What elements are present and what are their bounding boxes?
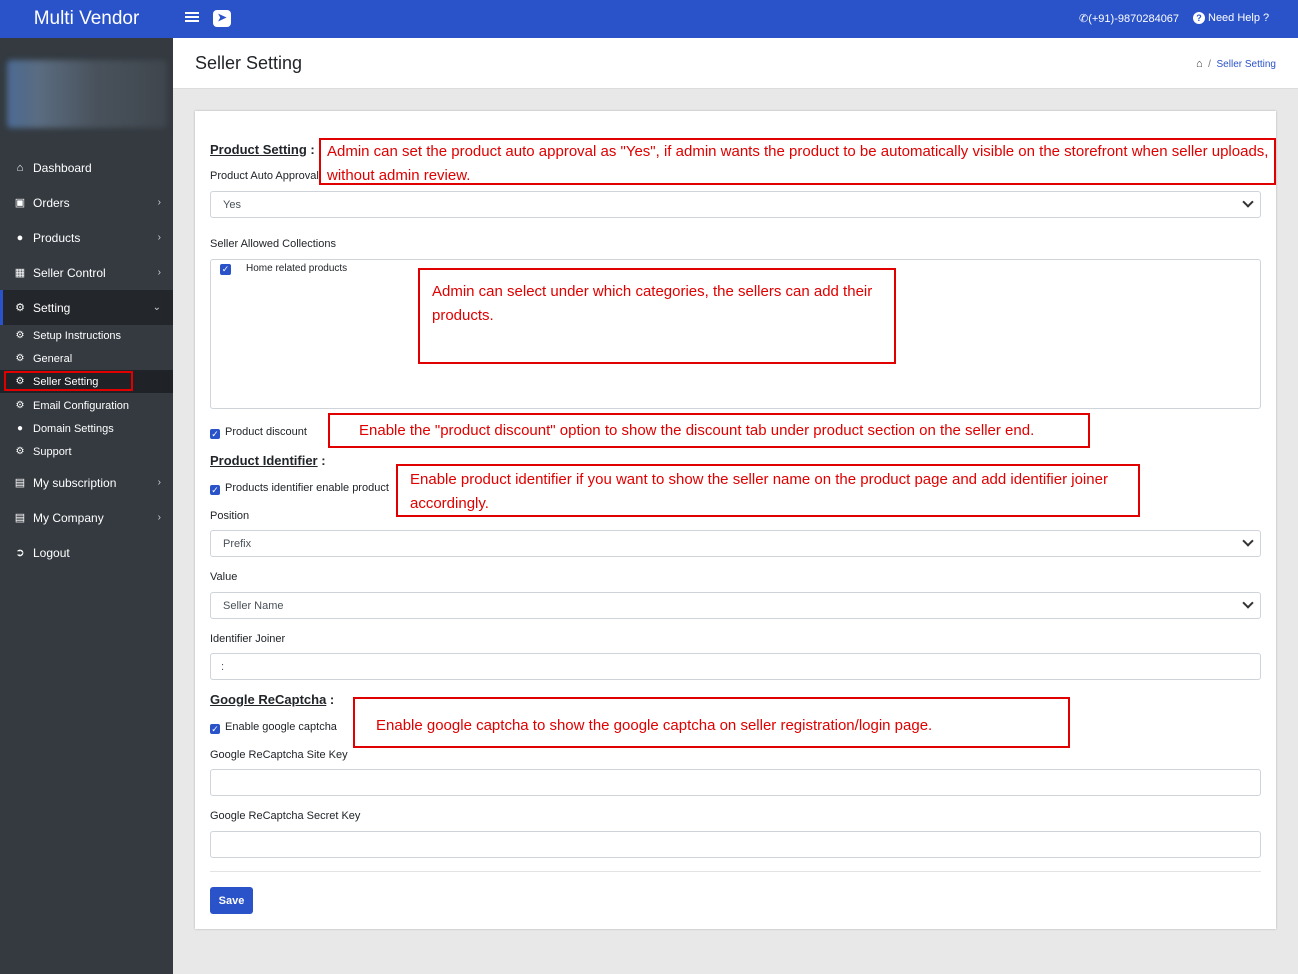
sidebar-item-label: Setting xyxy=(33,300,71,315)
sidebar-item-my-subscription[interactable]: ▤ My subscription › xyxy=(0,465,173,500)
chevron-down-icon: ⌄ xyxy=(152,302,161,313)
chevron-right-icon: › xyxy=(157,232,161,243)
product-discount-label: Product discount xyxy=(225,426,307,438)
brand-logo[interactable]: Multi Vendor xyxy=(0,0,173,38)
home-icon[interactable]: ⌂ xyxy=(1196,58,1203,70)
home-icon: ⌂ xyxy=(16,161,24,174)
product-setting-heading: Product Setting : xyxy=(210,142,315,157)
sidebar-subitem-label: Support xyxy=(33,445,72,458)
sidebar-item-seller-control[interactable]: ▦ Seller Control › xyxy=(0,255,173,290)
sidebar-item-label: Logout xyxy=(33,545,70,560)
secret-key-input[interactable] xyxy=(210,831,1261,858)
position-select[interactable]: Prefix xyxy=(210,530,1261,557)
site-key-input[interactable] xyxy=(210,769,1261,796)
sidebar-subitem-email-configuration[interactable]: ⚙ Email Configuration xyxy=(0,394,173,417)
chevron-right-icon: › xyxy=(157,512,161,523)
chevron-down-icon xyxy=(1242,535,1254,547)
joiner-input[interactable]: : xyxy=(210,653,1261,680)
sidebar-item-setting[interactable]: ⚙ Setting ⌄ xyxy=(0,290,173,325)
collection-item-label: Home related products xyxy=(246,263,348,274)
gear-icon: ⚙ xyxy=(15,353,25,364)
collections-label: Seller Allowed Collections xyxy=(210,238,336,250)
highlight-box xyxy=(4,371,133,391)
menu-icon[interactable] xyxy=(185,10,199,28)
annotation-auto-approval: Admin can set the product auto approval … xyxy=(319,138,1276,185)
site-key-label: Google ReCaptcha Site Key xyxy=(210,749,348,761)
sidebar-item-logout[interactable]: ➲ Logout xyxy=(0,535,173,570)
phone-contact[interactable]: ✆(+91)-9870284067 xyxy=(1079,12,1179,25)
chevron-down-icon xyxy=(1242,196,1254,208)
sidebar-subitem-label: Email Configuration xyxy=(33,399,129,412)
sidebar-item-products[interactable]: ● Products › xyxy=(0,220,173,255)
gear-icon: ⚙ xyxy=(15,400,25,411)
sidebar-subitem-setup-instructions[interactable]: ⚙ Setup Instructions xyxy=(0,324,173,347)
globe-icon: ● xyxy=(16,423,24,434)
topbar: ➤ ✆(+91)-9870284067 ? Need Help ? xyxy=(173,0,1298,38)
chevron-right-icon: › xyxy=(157,267,161,278)
help-icon: ? xyxy=(1193,12,1205,24)
building-icon: ▦ xyxy=(14,267,26,279)
sidebar-item-label: My subscription xyxy=(33,475,117,490)
save-button[interactable]: Save xyxy=(210,887,253,914)
breadcrumb-current[interactable]: Seller Setting xyxy=(1217,59,1276,70)
sidebar: Multi Vendor ⌂ Dashboard ▣ Orders › ● Pr… xyxy=(0,0,173,974)
joiner-label: Identifier Joiner xyxy=(210,633,286,645)
cogs-icon: ⚙ xyxy=(15,302,25,314)
gear-icon: ⚙ xyxy=(15,446,25,457)
sidebar-subitem-label: General xyxy=(33,352,73,365)
chevron-down-icon xyxy=(1242,597,1254,609)
sidebar-item-label: My Company xyxy=(33,510,104,525)
sidebar-subitem-domain-settings[interactable]: ● Domain Settings xyxy=(0,417,173,440)
sidebar-item-orders[interactable]: ▣ Orders › xyxy=(0,185,173,220)
sidebar-subitem-general[interactable]: ⚙ General xyxy=(0,347,173,370)
identifier-enable-label: Products identifier enable product xyxy=(225,482,389,494)
annotation-collections: Admin can select under which categories,… xyxy=(418,268,896,364)
cart-icon: ▣ xyxy=(14,197,26,209)
chevron-right-icon: › xyxy=(157,197,161,208)
need-help-link[interactable]: ? Need Help ? xyxy=(1193,12,1269,24)
chat-icon[interactable]: ➤ xyxy=(213,10,231,27)
annotation-identifier: Enable product identifier if you want to… xyxy=(396,464,1140,517)
product-identifier-heading: Product Identifier : xyxy=(210,453,326,468)
value-label: Value xyxy=(210,571,238,583)
chevron-right-icon: › xyxy=(157,477,161,488)
sidebar-item-label: Seller Control xyxy=(33,265,106,280)
auto-approval-label: Product Auto Approval xyxy=(210,170,319,182)
auto-approval-select[interactable]: Yes xyxy=(210,191,1261,218)
sidebar-item-dashboard[interactable]: ⌂ Dashboard xyxy=(0,150,173,185)
recaptcha-heading: Google ReCaptcha : xyxy=(210,692,335,707)
annotation-captcha: Enable google captcha to show the google… xyxy=(353,697,1070,748)
sidebar-item-label: Dashboard xyxy=(33,160,92,175)
logout-icon: ➲ xyxy=(15,547,25,559)
secret-key-label: Google ReCaptcha Secret Key xyxy=(210,810,361,822)
card-icon: ▤ xyxy=(14,477,26,489)
page-header: Seller Setting ⌂ / Seller Setting xyxy=(173,38,1298,89)
page-title: Seller Setting xyxy=(195,53,303,73)
avatar xyxy=(7,60,167,128)
sidebar-item-my-company[interactable]: ▤ My Company › xyxy=(0,500,173,535)
product-discount-checkbox[interactable]: ✓ xyxy=(210,429,220,439)
divider xyxy=(210,871,1261,872)
sidebar-item-label: Products xyxy=(33,230,81,245)
gear-icon: ⚙ xyxy=(15,330,25,341)
product-icon: ● xyxy=(16,231,24,244)
annotation-discount: Enable the "product discount" option to … xyxy=(328,413,1090,448)
id-card-icon: ▤ xyxy=(14,512,26,524)
position-label: Position xyxy=(210,510,250,522)
enable-captcha-checkbox[interactable]: ✓ xyxy=(210,724,220,734)
sidebar-subitem-support[interactable]: ⚙ Support xyxy=(0,440,173,463)
collection-checkbox[interactable]: ✓ xyxy=(220,264,231,275)
sidebar-item-label: Orders xyxy=(33,195,70,210)
sidebar-subitem-label: Setup Instructions xyxy=(33,329,122,342)
value-select[interactable]: Seller Name xyxy=(210,592,1261,619)
sidebar-subitem-label: Domain Settings xyxy=(33,422,114,435)
identifier-enable-checkbox[interactable]: ✓ xyxy=(210,485,220,495)
enable-captcha-label: Enable google captcha xyxy=(225,721,337,733)
phone-icon: ✆ xyxy=(1079,13,1089,25)
settings-card xyxy=(195,111,1276,929)
breadcrumb: ⌂ / Seller Setting xyxy=(1195,58,1276,70)
